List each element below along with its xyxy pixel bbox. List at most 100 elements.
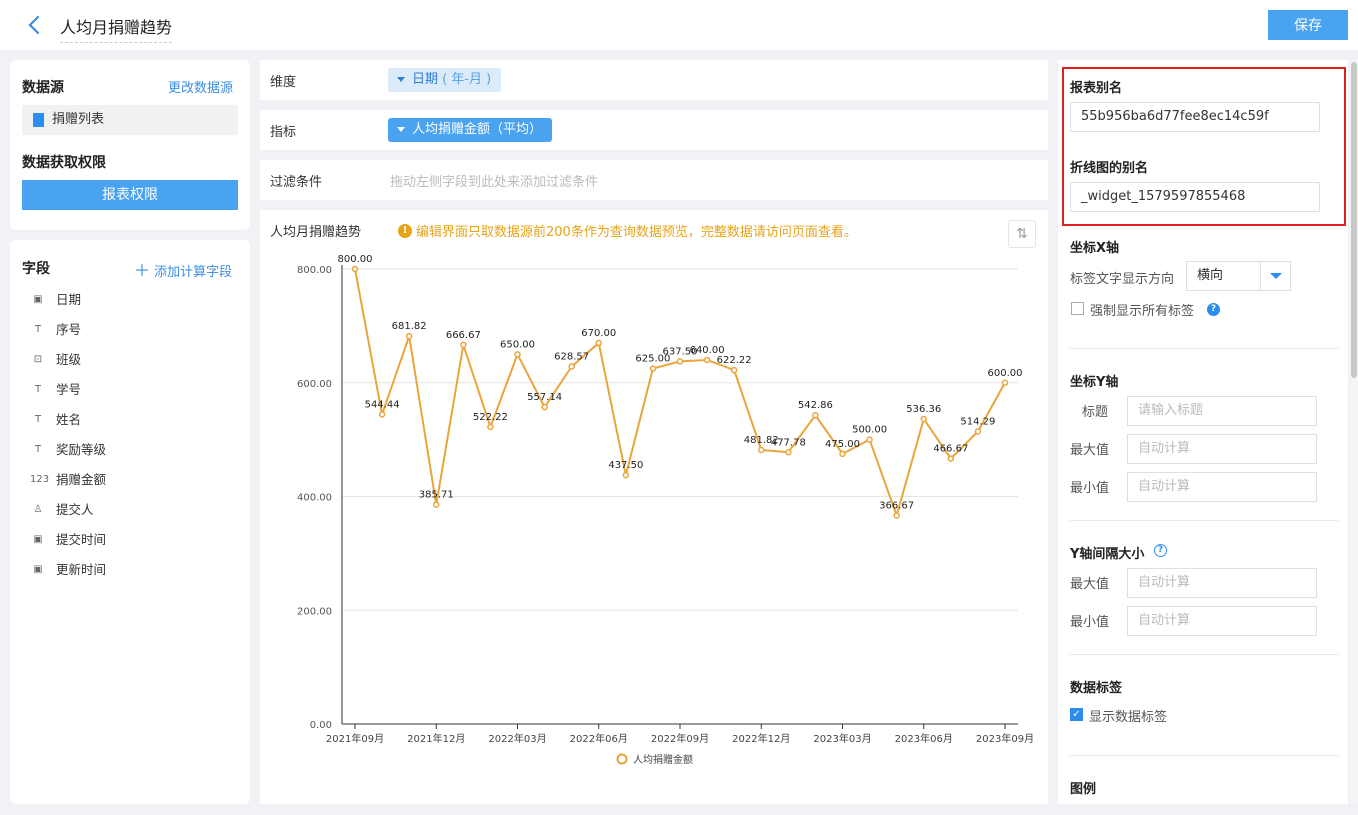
- field-item[interactable]: ▣ 提交时间: [30, 525, 106, 555]
- field-item[interactable]: T 奖励等级: [30, 435, 106, 465]
- add-calc-field-link[interactable]: ＋ 添加计算字段: [134, 257, 232, 281]
- data-label: 385.71: [419, 490, 454, 501]
- data-point: [920, 415, 927, 423]
- field-item-label: 日期: [56, 292, 82, 307]
- datasource-panel: 数据源 更改数据源 捐赠列表 数据获取权限 报表权限: [10, 60, 250, 230]
- field-item-label: 更新时间: [56, 562, 107, 577]
- label-direction-value: 横向: [1197, 268, 1224, 283]
- caret-down-icon: [397, 127, 405, 132]
- field-item[interactable]: T 序号: [30, 315, 106, 345]
- text-icon: T: [34, 384, 42, 395]
- save-button[interactable]: 保存: [1268, 10, 1348, 40]
- change-datasource-link[interactable]: 更改数据源: [168, 77, 233, 96]
- line-alias-input[interactable]: _widget_1579597855468: [1070, 182, 1320, 212]
- help-icon[interactable]: ?: [1154, 544, 1167, 557]
- data-point: [649, 365, 657, 372]
- filter-row[interactable]: 过滤条件 拖动左侧字段到此处来添加过滤条件: [260, 160, 1048, 200]
- x-tick-label: 2022年03月: [488, 732, 546, 745]
- series-line: [354, 268, 1006, 519]
- y-tick-label: 400.00: [297, 493, 332, 504]
- data-label: 514.29: [960, 416, 995, 427]
- data-point: [568, 363, 575, 370]
- data-label: 666.67: [446, 330, 481, 341]
- data-label-heading: 数据标签: [1070, 681, 1123, 696]
- number-icon: 123: [30, 474, 50, 485]
- data-point: [433, 501, 440, 508]
- data-point: [839, 450, 846, 458]
- data-point: [595, 339, 602, 347]
- xaxis-heading: 坐标X轴: [1070, 241, 1120, 256]
- document-icon: [33, 113, 44, 127]
- text-icon: T: [34, 324, 42, 335]
- dimension-row: 维度 日期 ( 年-月 ): [260, 60, 1048, 100]
- back-arrow-icon[interactable]: [24, 14, 44, 36]
- help-icon[interactable]: ?: [1207, 303, 1220, 316]
- chart-card: 人均月捐赠趋势 ! 编辑界面只取数据源前200条作为查询数据预览，完整数据请访问…: [260, 210, 1048, 804]
- data-label: 477.78: [771, 437, 806, 448]
- yaxis-title-input[interactable]: 请输入标题: [1127, 396, 1317, 426]
- metric-chip-label: 人均捐赠金额（平均）: [412, 122, 543, 137]
- data-point: [974, 428, 982, 435]
- field-item[interactable]: ▣ 更新时间: [30, 555, 106, 585]
- label-direction-select[interactable]: 横向: [1186, 261, 1291, 291]
- date-icon: ▣: [33, 534, 43, 545]
- field-item[interactable]: ♙ 提交人: [30, 495, 106, 525]
- field-item[interactable]: T 姓名: [30, 405, 106, 435]
- divider: [1070, 755, 1338, 756]
- page-title[interactable]: 人均月捐赠趋势: [60, 14, 173, 43]
- line-alias-heading: 折线图的别名: [1070, 161, 1149, 176]
- text-icon: T: [34, 414, 42, 425]
- field-item-label: 学号: [56, 382, 82, 397]
- y-tick-label: 600.00: [297, 379, 332, 390]
- field-item[interactable]: ▣ 日期: [30, 285, 106, 315]
- data-point: [893, 512, 900, 519]
- interval-min-label: 最小值: [1070, 615, 1110, 630]
- field-item[interactable]: ⊡ 班级: [30, 345, 106, 375]
- data-label: 544.44: [365, 399, 400, 410]
- metric-label: 指标: [270, 125, 297, 140]
- metric-chip[interactable]: 人均捐赠金额（平均）: [388, 118, 553, 142]
- force-show-labels-label: 强制显示所有标签: [1090, 304, 1195, 319]
- x-tick-label: 2022年09月: [651, 732, 709, 745]
- data-label: 437.50: [608, 460, 643, 471]
- field-item-label: 序号: [56, 322, 82, 337]
- legend-heading: 图例: [1070, 782, 1097, 797]
- field-item[interactable]: T 学号: [30, 375, 106, 405]
- report-alias-input[interactable]: 55b956ba6d77fee8ec14c59f: [1070, 102, 1320, 132]
- data-label: 500.00: [852, 425, 887, 436]
- report-permission-button[interactable]: 报表权限: [22, 180, 238, 210]
- interval-max-input[interactable]: 自动计算: [1127, 568, 1317, 598]
- scrollbar-thumb[interactable]: [1351, 62, 1357, 378]
- settings-scrollbar[interactable]: [1350, 60, 1358, 804]
- y-tick-label: 0.00: [310, 720, 332, 731]
- yaxis-min-input[interactable]: 自动计算: [1127, 472, 1317, 502]
- text-icon: T: [34, 444, 42, 455]
- data-label: 557.14: [527, 392, 562, 403]
- data-point: [866, 436, 873, 443]
- yaxis-interval-heading: Y轴间隔大小: [1070, 547, 1145, 562]
- x-tick-label: 2023年03月: [813, 732, 871, 745]
- add-calc-field-label: 添加计算字段: [154, 265, 233, 280]
- x-tick-label: 2022年12月: [732, 732, 790, 745]
- divider: [1070, 348, 1338, 349]
- dimension-chip[interactable]: 日期 ( 年-月 ): [388, 68, 502, 92]
- field-item-label: 捐赠金额: [56, 472, 107, 487]
- data-point: [622, 471, 630, 479]
- date-icon: ▣: [33, 294, 43, 305]
- data-point: [703, 356, 711, 364]
- divider: [1070, 520, 1338, 521]
- field-item[interactable]: 123 捐赠金额: [30, 465, 106, 495]
- select-icon: ⊡: [33, 354, 43, 365]
- dimension-label: 维度: [270, 75, 297, 90]
- show-data-labels-checkbox[interactable]: ✓: [1070, 708, 1083, 721]
- dropdown-arrow-icon: [1260, 262, 1290, 290]
- data-label: 681.82: [392, 321, 427, 332]
- yaxis-max-input[interactable]: 自动计算: [1127, 434, 1317, 464]
- report-alias-heading: 报表别名: [1070, 81, 1123, 96]
- datasource-item[interactable]: 捐赠列表: [22, 105, 238, 135]
- yaxis-max-label: 最大值: [1070, 443, 1110, 458]
- dimension-chip-label: 日期: [412, 72, 439, 87]
- force-show-labels-checkbox[interactable]: [1071, 302, 1084, 315]
- data-point: [378, 411, 386, 418]
- interval-min-input[interactable]: 自动计算: [1127, 606, 1317, 636]
